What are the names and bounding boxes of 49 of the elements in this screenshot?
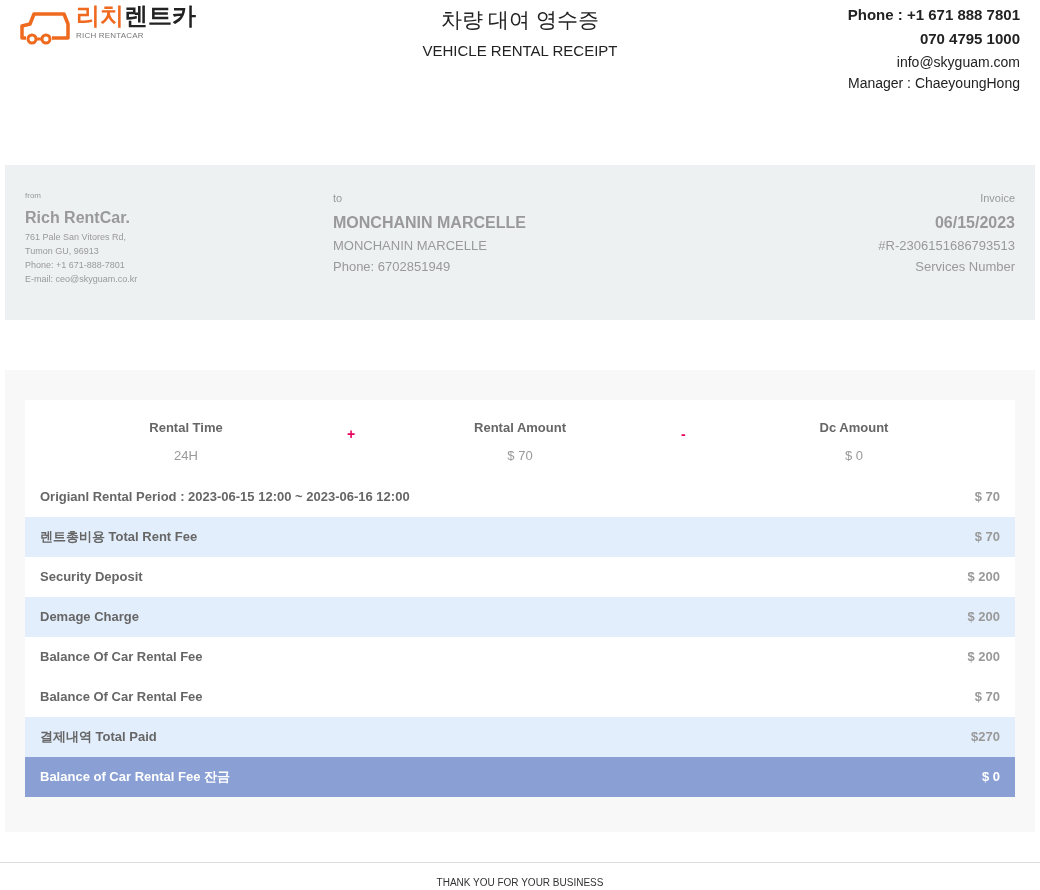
phone-number: Phone : +1 671 888 7801: [847, 5, 1020, 25]
footer-message: THANK YOU FOR YOUR BUSINESS: [436, 876, 604, 890]
fee-label: Demage Charge: [40, 608, 139, 627]
fee-label: Balance of Car Rental Fee 잔금: [40, 768, 230, 787]
fee-amount: $ 70: [974, 528, 1000, 547]
fee-label: 결제내역 Total Paid: [40, 728, 157, 747]
fee-amount: $ 0: [981, 768, 1000, 787]
phone-number: 070 4795 1000: [919, 29, 1020, 49]
summary-value: $ 70: [507, 446, 533, 465]
fee-label: Security Deposit: [40, 568, 143, 587]
manager-name: Manager : ChaeyoungHong: [847, 74, 1020, 93]
fee-label: Origianl Rental Period : 2023-06-15 12:00 ~ 2023-06-16 12:00: [40, 488, 410, 507]
fee-amount: $ 200: [967, 568, 1000, 587]
fee-amount: $270: [971, 728, 1000, 747]
fee-amount: $ 70: [974, 488, 1000, 507]
operator-sign: +: [347, 425, 357, 444]
summary-label: Rental Time: [149, 419, 223, 437]
services-number-label: Services Number: [915, 257, 1015, 276]
recipient-name: MONCHANIN MARCELLE: [333, 212, 527, 233]
summary-value: 24H: [174, 446, 198, 465]
logo-wordmark: 렌트카: [124, 2, 196, 30]
recipient-detail: Phone: 6702851949: [333, 257, 452, 276]
fee-amount: $ 70: [974, 688, 1000, 707]
car-logo-icon: [20, 10, 72, 46]
summary-value: $ 0: [844, 446, 864, 465]
invoice-number: #R-2306151686793513: [878, 236, 1015, 255]
sender-detail: E-mail: ceo@skyguam.co.kr: [25, 273, 139, 286]
logo-subtitle: RICH RENTACAR: [76, 30, 145, 42]
from-label: from: [25, 190, 42, 202]
fee-label: Balance Of Car Rental Fee: [40, 648, 203, 667]
sender-detail: Phone: +1 671-888-7801: [25, 259, 126, 272]
summary-label: Dc Amount: [819, 419, 889, 437]
to-label: to: [333, 191, 344, 206]
logo-mark: 리치: [76, 2, 124, 30]
fee-label: 렌트총비용 Total Rent Fee: [40, 528, 198, 547]
sender-detail: Tumon GU, 96913: [25, 245, 100, 258]
receipt-title: 차량 대여 영수증: [440, 7, 600, 33]
fee-amount: $ 200: [967, 648, 1000, 667]
fee-amount: $ 200: [967, 608, 1000, 627]
recipient-detail: MONCHANIN MARCELLE: [333, 236, 488, 255]
email-address: info@skyguam.com: [896, 53, 1020, 72]
operator-sign: -: [681, 425, 687, 444]
invoice-label: Invoice: [980, 191, 1015, 206]
sender-detail: 761 Pale San Vitores Rd,: [25, 231, 127, 244]
fee-label: Balance Of Car Rental Fee: [40, 688, 203, 707]
sender-name: Rich RentCar.: [25, 208, 131, 228]
summary-label: Rental Amount: [474, 419, 566, 437]
invoice-date: 06/15/2023: [934, 212, 1015, 233]
receipt-subtitle: VEHICLE RENTAL RECEIPT: [422, 40, 618, 61]
